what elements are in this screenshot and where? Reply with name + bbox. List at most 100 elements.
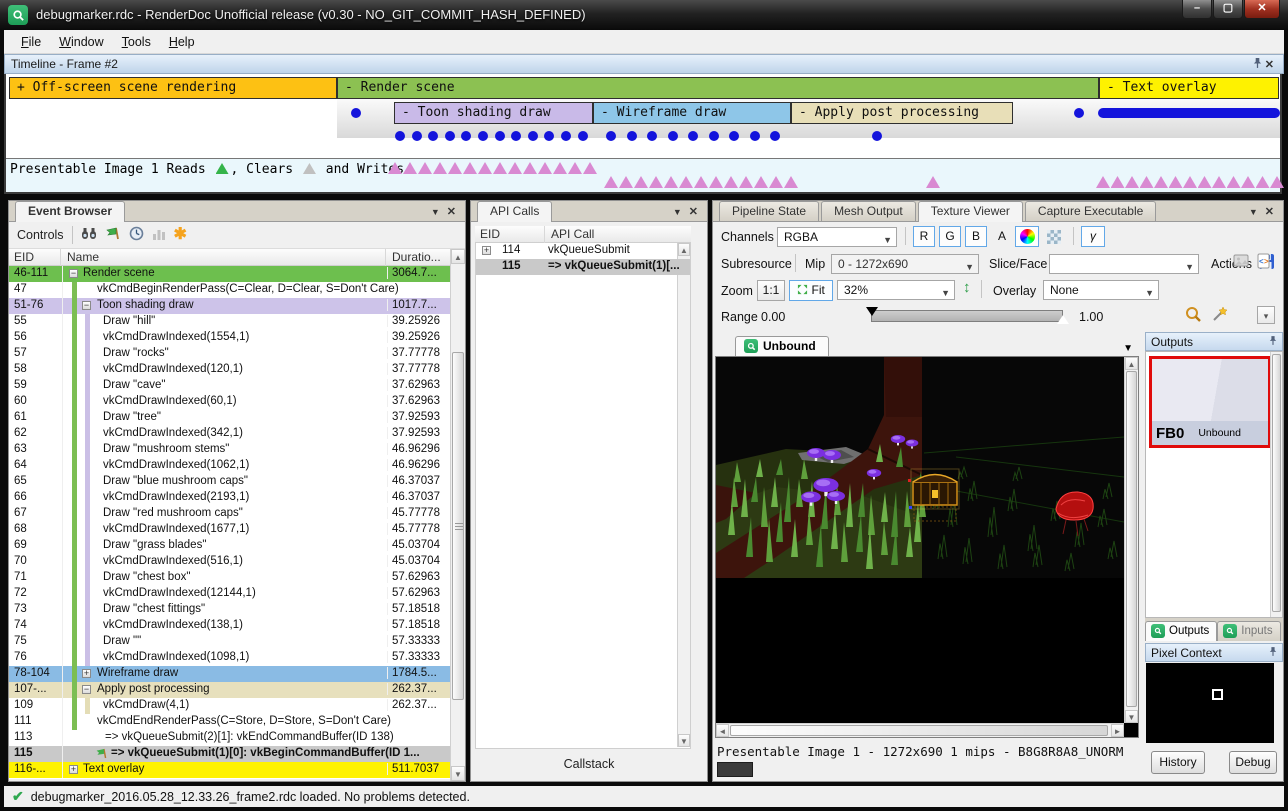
event-dot[interactable] [561, 131, 571, 141]
event-dot[interactable] [729, 131, 739, 141]
write-usage-marker[interactable] [1198, 176, 1212, 188]
event-row[interactable]: 72vkCmdDrawIndexed(12144,1)57.62963 [9, 586, 452, 602]
tree-expander[interactable]: + [82, 669, 91, 678]
write-usage-marker[interactable] [1256, 176, 1270, 188]
gamma-button[interactable]: γ [1081, 226, 1105, 247]
scrollbar-thumb[interactable] [452, 352, 464, 700]
outputs-scrollbar[interactable] [1270, 352, 1282, 617]
tab-api-calls[interactable]: API Calls [477, 201, 552, 222]
write-usage-marker[interactable] [433, 162, 447, 174]
color-wheel-button[interactable] [1015, 226, 1039, 247]
write-usage-marker[interactable] [463, 162, 477, 174]
event-row[interactable]: 67Draw "red mushroom caps"45.77778 [9, 506, 452, 522]
chevron-down-icon[interactable]: ▼ [431, 207, 440, 217]
close-icon[interactable]: ✕ [1262, 205, 1277, 218]
goto-event-icon[interactable] [105, 226, 121, 244]
tab-unbound-texture[interactable]: Unbound [735, 336, 829, 356]
zoom-select[interactable]: 32%▼ [837, 280, 955, 300]
event-row[interactable]: 109vkCmdDraw(4,1)262.37... [9, 698, 452, 714]
image-hscrollbar[interactable]: ◄ ► [716, 723, 1124, 737]
scroll-up-icon[interactable]: ▲ [451, 249, 465, 264]
event-row[interactable]: 61Draw "tree"37.92593 [9, 410, 452, 426]
write-usage-marker[interactable] [724, 176, 738, 188]
write-usage-marker[interactable] [619, 176, 633, 188]
event-dot[interactable] [511, 131, 521, 141]
chevron-down-icon[interactable]: ▼ [1249, 207, 1258, 217]
timeline-marker-bar[interactable]: - Text overlay [1099, 77, 1279, 99]
event-row[interactable]: 75Draw ""57.33333 [9, 634, 452, 650]
write-usage-marker[interactable] [1125, 176, 1139, 188]
minimize-button[interactable]: – [1182, 0, 1212, 19]
menu-item-help[interactable]: Help [160, 33, 204, 51]
texture-image-area[interactable]: ▲ ▼ ◄ ► [715, 356, 1139, 738]
range-slider[interactable] [871, 307, 1071, 324]
image-vscrollbar[interactable]: ▲ ▼ [1124, 357, 1138, 723]
event-row[interactable]: 66vkCmdDrawIndexed(2193,1)46.37037 [9, 490, 452, 506]
write-usage-marker[interactable] [388, 162, 402, 174]
event-row[interactable]: 55Draw "hill"39.25926 [9, 314, 452, 330]
timeline-body[interactable]: + Off-screen scene rendering- Render sce… [4, 74, 1282, 194]
open-texture-list-icon[interactable] [1233, 253, 1250, 271]
event-browser-scrollbar[interactable]: ▲ ▼ [450, 249, 465, 781]
tab-texture-viewer[interactable]: Texture Viewer [918, 201, 1023, 222]
debug-button[interactable]: Debug [1229, 751, 1277, 774]
event-dot[interactable] [544, 131, 554, 141]
event-dot[interactable] [872, 131, 882, 141]
event-row[interactable]: 57Draw "rocks"37.77778 [9, 346, 452, 362]
tab-outputs[interactable]: Outputs [1145, 621, 1217, 641]
event-row[interactable]: 69Draw "grass blades"45.03704 [9, 538, 452, 554]
event-row[interactable]: 78-104+Wireframe draw1784.5... [9, 666, 452, 682]
chevron-down-icon[interactable]: ▼ [1123, 343, 1141, 356]
event-dot[interactable] [606, 131, 616, 141]
menu-item-file[interactable]: File [12, 33, 50, 51]
write-usage-marker[interactable] [679, 176, 693, 188]
event-dot[interactable] [445, 131, 455, 141]
event-dot[interactable] [688, 131, 698, 141]
bookmark-icon[interactable]: ✱ [174, 228, 187, 242]
api-scrollbar[interactable]: ▲ ▼ [677, 243, 690, 747]
current-event-pill[interactable] [1098, 108, 1280, 118]
write-usage-marker[interactable] [1111, 176, 1125, 188]
chevron-down-icon[interactable]: ▼ [673, 207, 682, 217]
column-duration[interactable]: Duratio... [387, 249, 452, 266]
write-usage-marker[interactable] [568, 162, 582, 174]
event-row[interactable]: 70vkCmdDrawIndexed(516,1)45.03704 [9, 554, 452, 570]
event-dot[interactable] [428, 131, 438, 141]
event-row[interactable]: 47vkCmdBeginRenderPass(C=Clear, D=Clear,… [9, 282, 452, 298]
event-row[interactable]: 116-...+Text overlay511.7037 [9, 762, 452, 778]
write-usage-marker[interactable] [634, 176, 648, 188]
column-name[interactable]: Name [62, 249, 386, 266]
scroll-down-icon[interactable]: ▼ [451, 766, 465, 781]
api-call-row[interactable]: 115=> vkQueueSubmit(1)[... [476, 259, 690, 275]
write-usage-marker[interactable] [448, 162, 462, 174]
event-row[interactable]: 63Draw "mushroom stems"46.96296 [9, 442, 452, 458]
write-usage-marker[interactable] [1227, 176, 1241, 188]
timeline-marker-bar[interactable]: + Off-screen scene rendering [9, 77, 337, 99]
range-track[interactable] [871, 310, 1063, 322]
channel-r-button[interactable]: R [913, 226, 935, 247]
write-usage-marker[interactable] [1212, 176, 1226, 188]
toolbar-overflow-button[interactable]: ▾ [1257, 306, 1275, 324]
tab-pipeline-state[interactable]: Pipeline State [719, 201, 819, 221]
tree-expander[interactable]: − [82, 685, 91, 694]
zoom-range-icon[interactable] [1185, 306, 1202, 326]
column-eid[interactable]: EID [475, 226, 545, 243]
write-usage-marker[interactable] [709, 176, 723, 188]
write-usage-marker[interactable] [418, 162, 432, 174]
range-min-value[interactable]: 0.00 [761, 310, 785, 324]
write-usage-marker[interactable] [604, 176, 618, 188]
event-dot[interactable] [668, 131, 678, 141]
scroll-down-icon[interactable]: ▼ [678, 734, 690, 747]
write-usage-marker[interactable] [553, 162, 567, 174]
channels-select[interactable]: RGBA▼ [777, 227, 897, 247]
event-row[interactable]: 113=> vkQueueSubmit(2)[1]: vkEndCommandB… [9, 730, 452, 746]
write-usage-marker[interactable] [403, 162, 417, 174]
event-dot[interactable] [578, 131, 588, 141]
flip-y-icon[interactable]: ↕ [963, 279, 971, 296]
channel-a-button[interactable]: A [991, 226, 1013, 247]
overlay-select[interactable]: None▼ [1043, 280, 1159, 300]
event-row[interactable]: 56vkCmdDrawIndexed(1554,1)39.25926 [9, 330, 452, 346]
timeline-marker-bar[interactable]: - Wireframe draw [593, 102, 791, 124]
zoom-1to1-button[interactable]: 1:1 [757, 280, 785, 301]
event-row[interactable]: 107-...−Apply post processing262.37... [9, 682, 452, 698]
